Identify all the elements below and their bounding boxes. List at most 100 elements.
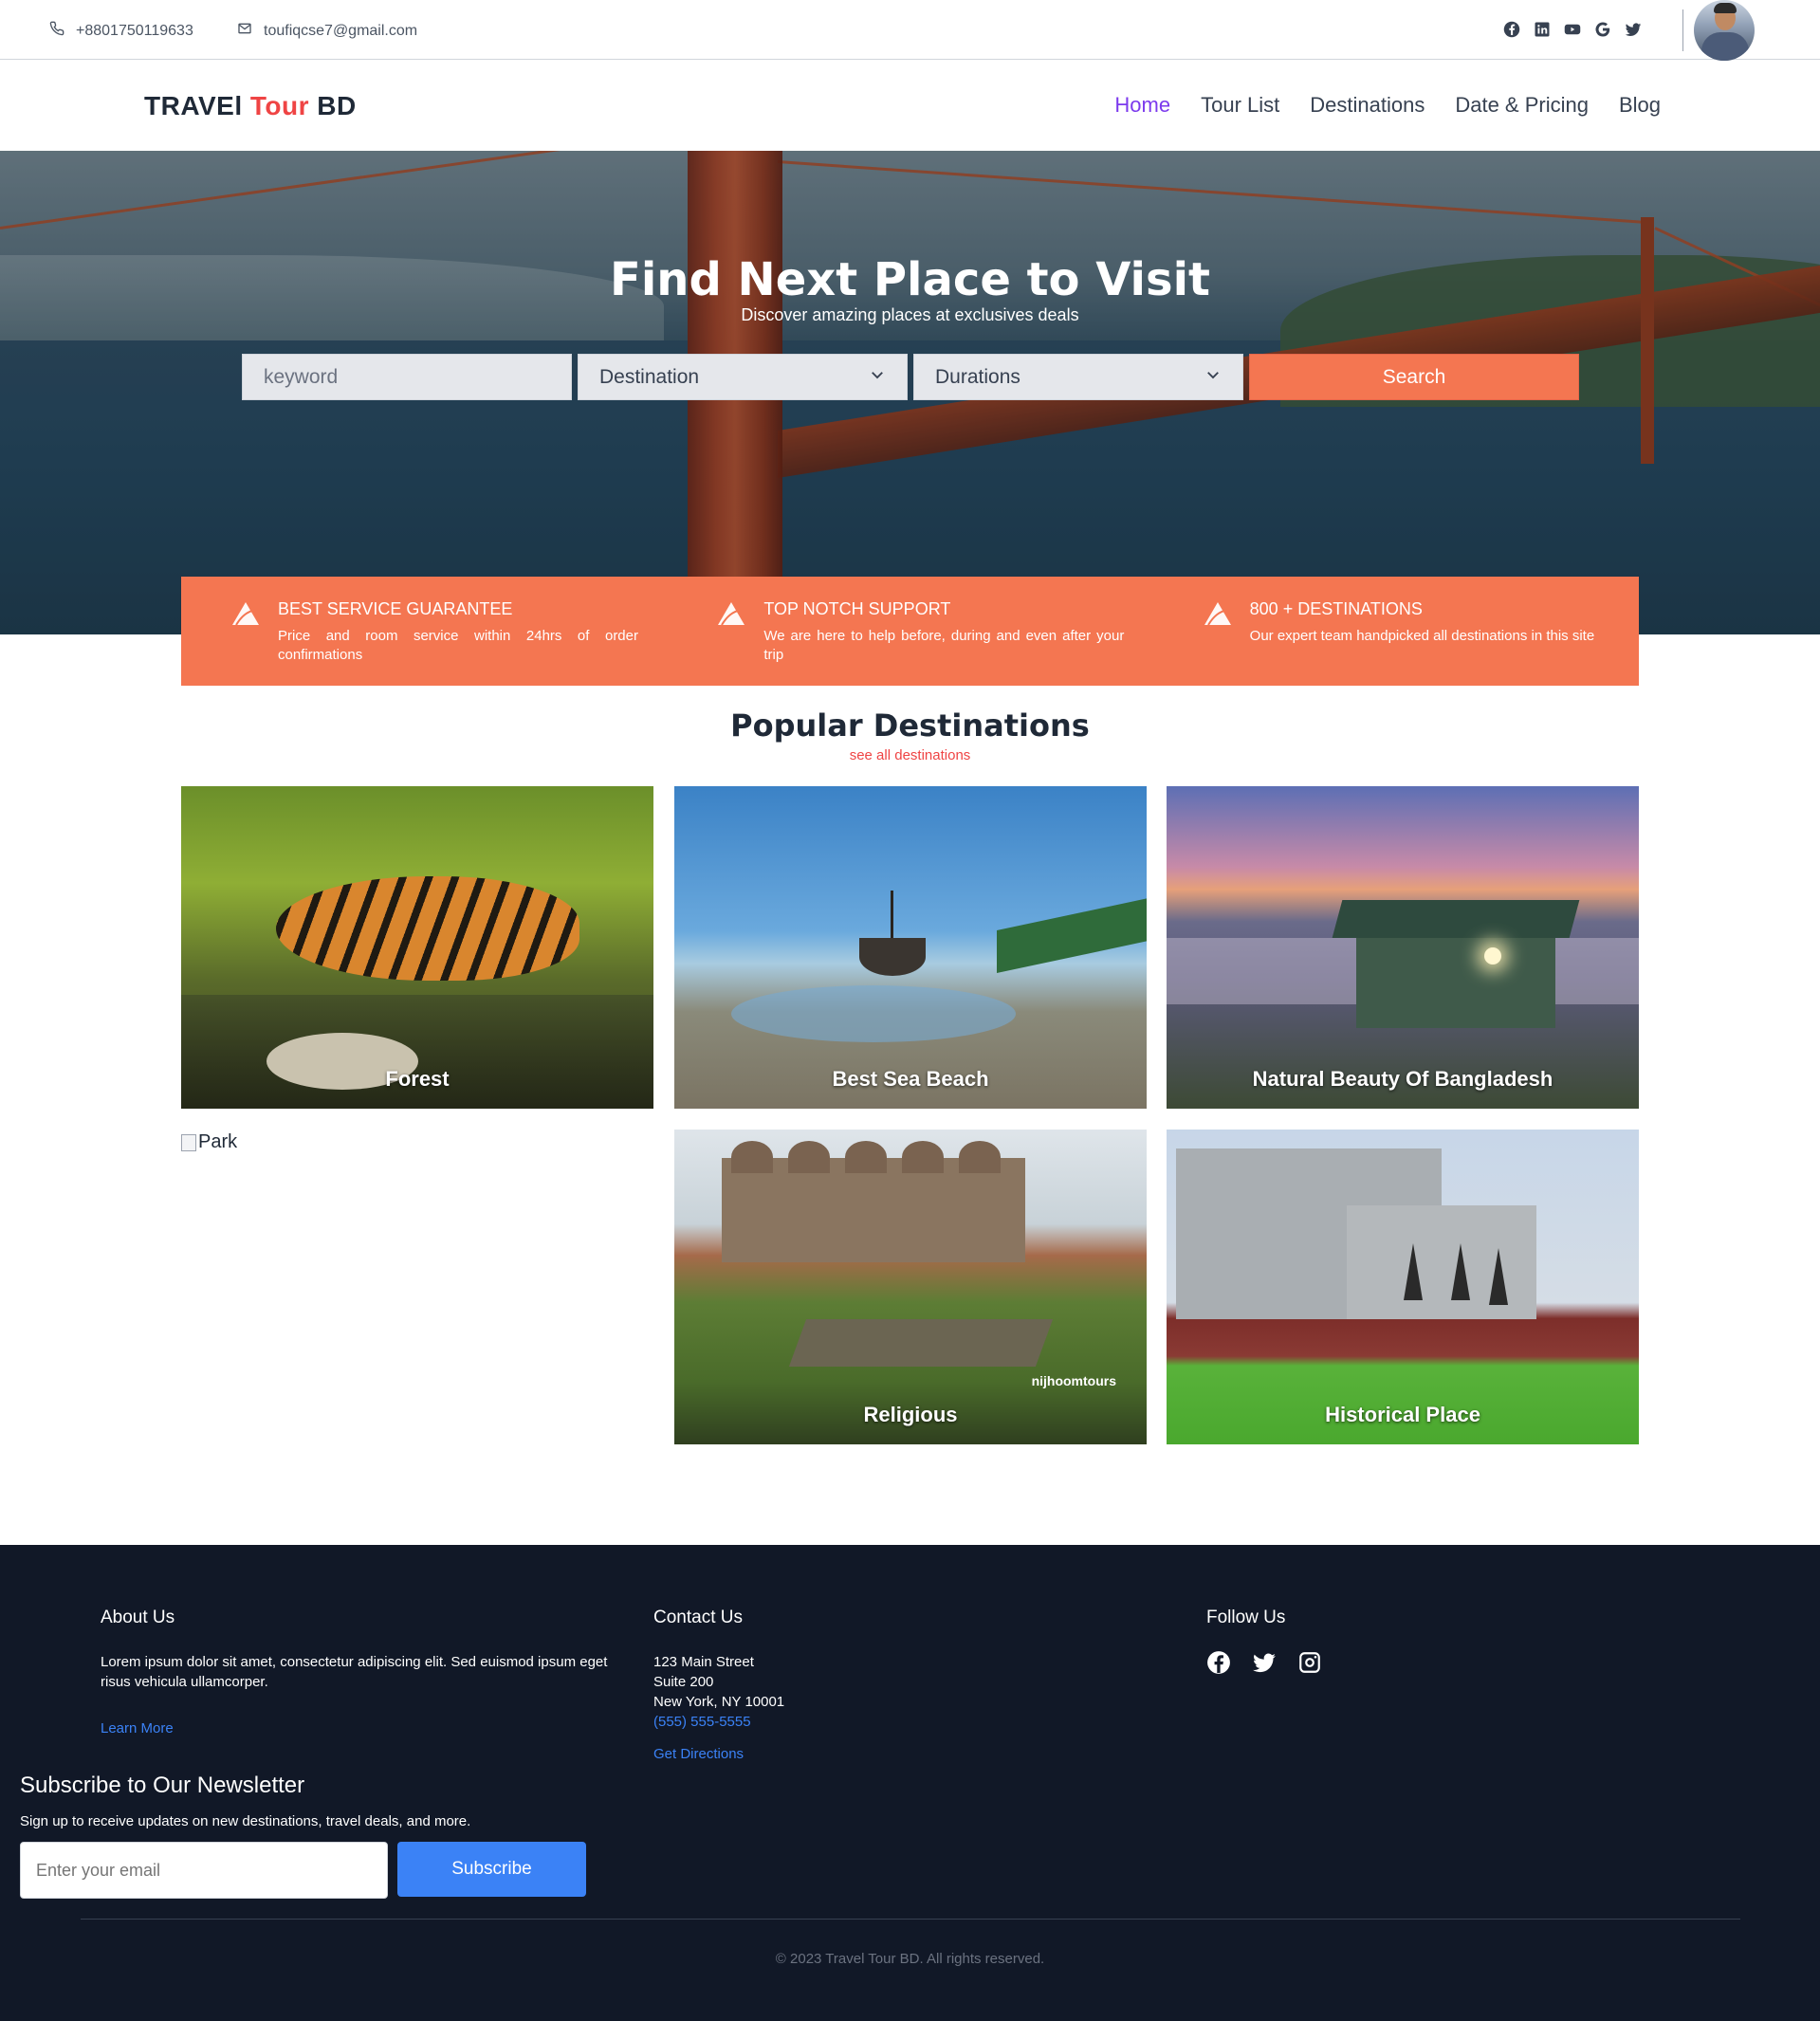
feature-title: BEST SERVICE GUARANTEE (278, 599, 513, 618)
building-window (1404, 1243, 1423, 1300)
keyword-input[interactable]: keyword (242, 354, 572, 400)
nav-home[interactable]: Home (1114, 93, 1170, 118)
nav-destinations[interactable]: Destinations (1310, 93, 1425, 118)
phone-contact[interactable]: +8801750119633 (49, 21, 193, 41)
mosque-dome (959, 1141, 1001, 1173)
destination-value: Destination (599, 365, 700, 388)
hill-house-roof (1332, 900, 1580, 938)
linkedin-icon[interactable] (1534, 21, 1551, 38)
paper-plane-icon (232, 602, 259, 626)
contact-title: Contact Us (653, 1608, 743, 1627)
card-label: Historical Place (1325, 1403, 1480, 1426)
search-form: keyword Destination Durations Search (242, 354, 1579, 400)
boat-mast (891, 891, 893, 943)
feature-support: TOP NOTCH SUPPORT We are here to help be… (716, 577, 1152, 686)
get-directions-link[interactable]: Get Directions (653, 1746, 744, 1762)
see-all-link[interactable]: see all destinations (0, 747, 1820, 763)
address-line: New York, NY 10001 (653, 1694, 785, 1710)
feature-destinations: 800 + DESTINATIONS Our expert team handp… (1203, 577, 1639, 686)
avatar[interactable] (1694, 0, 1755, 61)
newsletter-email-input[interactable] (20, 1842, 388, 1899)
facebook-icon[interactable] (1503, 21, 1520, 38)
mosque-dome (845, 1141, 887, 1173)
forest-water (181, 995, 653, 1109)
section-title: Popular Destinations (730, 707, 1090, 744)
features-band: BEST SERVICE GUARANTEE Price and room se… (181, 577, 1639, 686)
building-window (1489, 1248, 1508, 1305)
about-text: Lorem ipsum dolor sit amet, consectetur … (101, 1654, 608, 1690)
avatar-body (1701, 32, 1749, 61)
mosque-dome (788, 1141, 830, 1173)
beach-trees (997, 897, 1147, 974)
top-bar: +8801750119633 toufiqcse7@gmail.com (0, 0, 1820, 61)
destination-card-nature[interactable]: Natural Beauty Of Bangladesh (1167, 786, 1639, 1109)
instagram-icon[interactable] (1297, 1650, 1322, 1680)
nav-date-pricing[interactable]: Date & Pricing (1455, 93, 1589, 118)
learn-more-link[interactable]: Learn More (101, 1720, 174, 1736)
feature-service: BEST SERVICE GUARANTEE Price and room se… (230, 577, 667, 686)
card-label: Religious (863, 1403, 958, 1426)
destination-card-historical[interactable]: Historical Place (1167, 1130, 1639, 1444)
durations-value: Durations (935, 365, 1020, 388)
topbar-divider (1682, 9, 1683, 51)
nav-tour-list[interactable]: Tour List (1201, 93, 1279, 118)
email-address: toufiqcse7@gmail.com (264, 22, 418, 39)
card-label: Natural Beauty Of Bangladesh (1252, 1067, 1553, 1091)
logo-text-3: BD (309, 91, 357, 120)
search-button[interactable]: Search (1249, 354, 1579, 400)
youtube-icon[interactable] (1564, 21, 1581, 38)
site-logo[interactable]: TRAVEl Tour BD (144, 91, 357, 121)
phone-icon (49, 21, 64, 41)
tiger-image (276, 876, 579, 981)
paper-plane-icon (1204, 602, 1231, 626)
hero-title: Find Next Place to Visit (610, 253, 1210, 306)
parliament-building-wing (1347, 1205, 1536, 1319)
chevron-down-icon (1204, 366, 1222, 389)
google-icon[interactable] (1594, 21, 1611, 38)
newsletter-title: Subscribe to Our Newsletter (20, 1773, 305, 1798)
hero-section: Find Next Place to Visit Discover amazin… (0, 151, 1820, 634)
destination-card-beach[interactable]: Best Sea Beach (674, 786, 1147, 1109)
watermark: nijhoomtours (1031, 1373, 1116, 1388)
footer: About Us Lorem ipsum dolor sit amet, con… (0, 1545, 1820, 2021)
feature-desc: Our expert team handpicked all destinati… (1249, 628, 1595, 644)
destination-card-religious[interactable]: nijhoomtours Religious (674, 1130, 1147, 1444)
follow-title: Follow Us (1206, 1608, 1286, 1627)
feature-desc: We are here to help before, during and e… (763, 628, 1125, 663)
facebook-icon[interactable] (1206, 1650, 1231, 1680)
email-contact[interactable]: toufiqcse7@gmail.com (237, 21, 417, 41)
image-alt-text: Park (198, 1131, 238, 1152)
social-links (1503, 21, 1642, 38)
main-nav: TRAVEl Tour BD Home Tour List Destinatio… (0, 61, 1820, 151)
card-label: Forest (385, 1067, 450, 1091)
beach-puddle (731, 985, 1016, 1042)
destination-card-forest[interactable]: Forest (181, 786, 653, 1109)
nav-menu: Home Tour List Destinations Date & Prici… (1114, 93, 1661, 118)
paper-plane-icon (718, 602, 745, 626)
address-line: Suite 200 (653, 1674, 714, 1690)
nav-blog[interactable]: Blog (1619, 93, 1661, 118)
copyright: © 2023 Travel Tour BD. All rights reserv… (775, 1951, 1045, 1967)
contact-phone[interactable]: (555) 555-5555 (653, 1712, 784, 1732)
twitter-icon[interactable] (1625, 21, 1642, 38)
feature-desc: Price and room service within 24hrs of o… (278, 628, 638, 663)
keyword-placeholder: keyword (264, 365, 339, 388)
mail-icon (237, 21, 252, 41)
ruin-stones (788, 1319, 1054, 1367)
hero-subtitle: Discover amazing places at exclusives de… (741, 305, 1079, 324)
durations-select[interactable]: Durations (913, 354, 1243, 400)
subscribe-button[interactable]: Subscribe (397, 1842, 586, 1897)
destination-card-park[interactable]: Park (181, 1130, 653, 1444)
twitter-icon[interactable] (1252, 1650, 1277, 1680)
destination-select[interactable]: Destination (578, 354, 908, 400)
newsletter-subtitle: Sign up to receive updates on new destin… (20, 1813, 471, 1829)
card-label: Best Sea Beach (832, 1067, 989, 1091)
boat-image (859, 938, 926, 976)
follow-icons (1206, 1650, 1322, 1680)
broken-image-icon (181, 1133, 196, 1151)
chevron-down-icon (869, 366, 886, 389)
mosque-dome (902, 1141, 944, 1173)
logo-text-accent: Tour (249, 91, 310, 120)
house-light (1484, 947, 1501, 965)
about-title: About Us (101, 1608, 175, 1627)
